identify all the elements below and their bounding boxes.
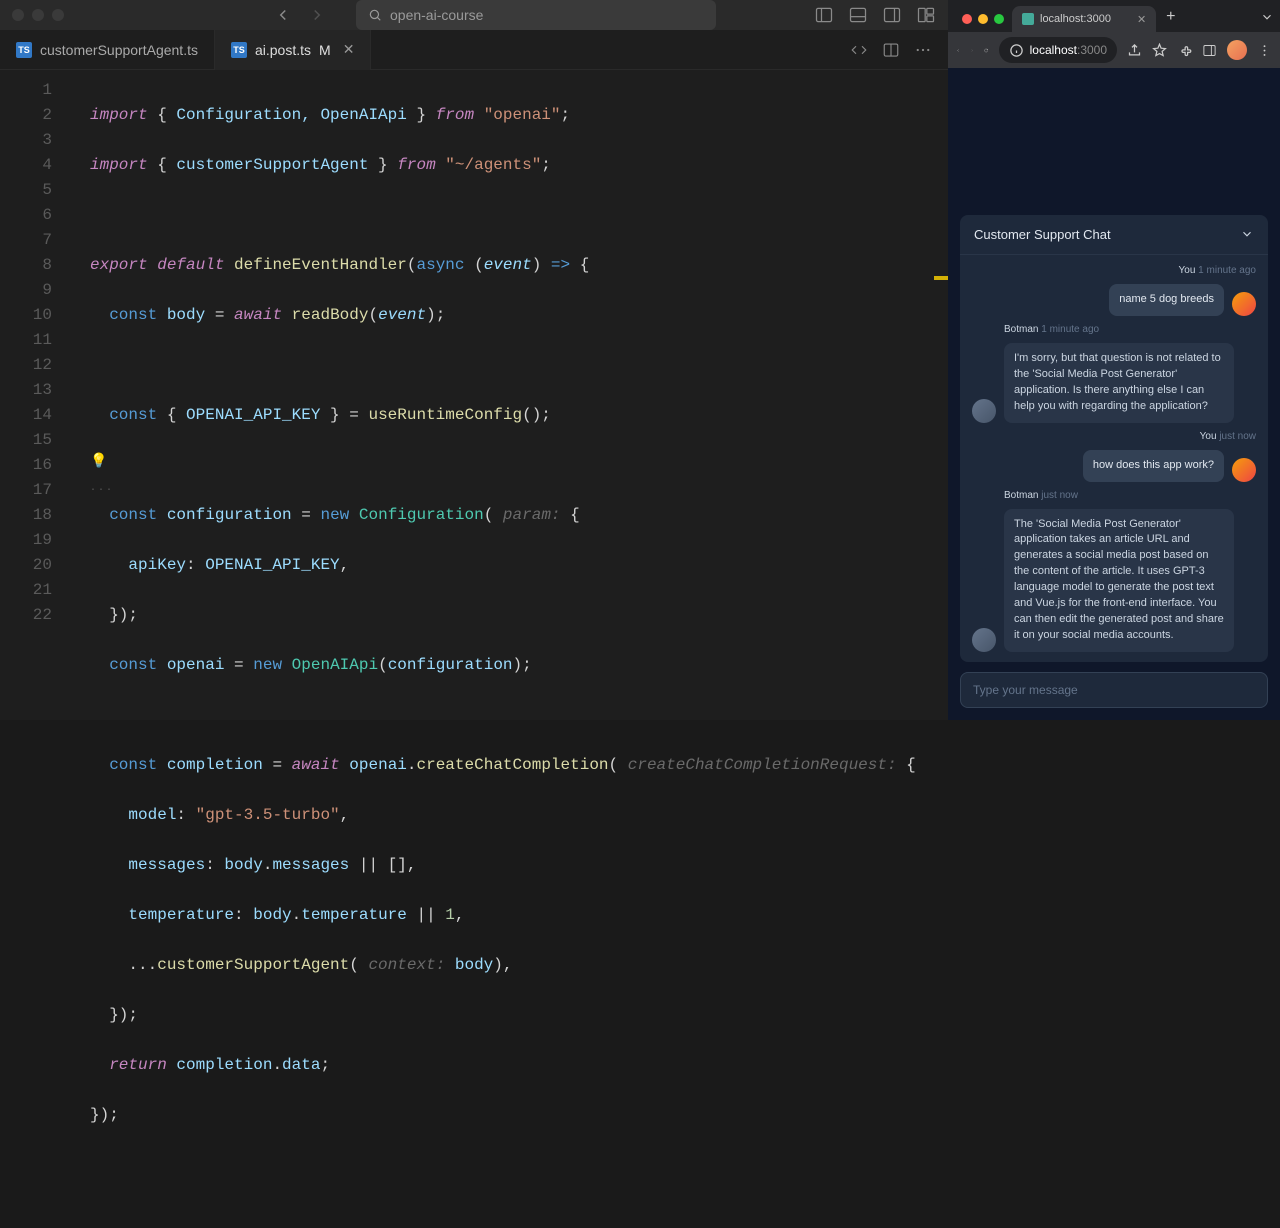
chat-title: Customer Support Chat: [974, 227, 1111, 242]
close-icon[interactable]: ✕: [343, 41, 355, 58]
tab-modified-indicator: M: [319, 42, 331, 58]
favicon-icon: [1022, 13, 1034, 25]
more-icon[interactable]: [914, 41, 932, 59]
message-bubble: I'm sorry, but that question is not rela…: [1004, 343, 1234, 423]
chat-body: You 1 minute ago name 5 dog breeds Botma…: [960, 255, 1268, 662]
search-icon: [368, 8, 382, 22]
compare-icon[interactable]: [850, 41, 868, 59]
user-avatar: [1232, 292, 1256, 316]
code-editor[interactable]: 12345678910111213141516171819202122 💡 ··…: [0, 70, 948, 1228]
nav-back-icon[interactable]: [274, 6, 292, 24]
bot-avatar: [972, 399, 996, 423]
url-domain: localhost: [1030, 43, 1077, 57]
fold-dots-icon: ···: [90, 478, 114, 503]
extensions-icon[interactable]: [1177, 43, 1192, 58]
message-meta: Botman 1 minute ago: [972, 324, 1256, 335]
browser-tabstrip: localhost:3000 ✕ +: [948, 0, 1280, 32]
profile-avatar[interactable]: [1227, 40, 1247, 60]
chat-input[interactable]: Type your message: [960, 672, 1268, 708]
user-avatar: [1232, 458, 1256, 482]
panel-icon[interactable]: [1202, 43, 1217, 58]
chat-header[interactable]: Customer Support Chat: [960, 215, 1268, 255]
bot-avatar: [972, 628, 996, 652]
command-search[interactable]: open-ai-course: [356, 0, 716, 30]
tab-ai-post[interactable]: TS ai.post.ts M ✕: [215, 30, 371, 70]
chat-input-placeholder: Type your message: [973, 683, 1078, 697]
nav-forward-icon[interactable]: [308, 6, 326, 24]
star-icon[interactable]: [1152, 43, 1167, 58]
new-tab-button[interactable]: +: [1156, 8, 1185, 32]
code-content[interactable]: import { Configuration, OpenAIApi } from…: [70, 78, 948, 1228]
back-icon[interactable]: [956, 43, 960, 58]
menu-icon[interactable]: [1257, 43, 1272, 58]
ts-file-icon: TS: [231, 42, 247, 58]
message-meta: Botman just now: [972, 490, 1256, 501]
chevron-down-icon[interactable]: [1260, 10, 1274, 24]
browser-viewport: Customer Support Chat You 1 minute ago n…: [948, 68, 1280, 720]
browser-tab[interactable]: localhost:3000 ✕: [1012, 6, 1156, 32]
tab-label: ai.post.ts: [255, 42, 311, 58]
message-bubble: name 5 dog breeds: [1109, 284, 1224, 316]
message-row: how does this app work?: [972, 450, 1256, 482]
browser-tab-title: localhost:3000: [1040, 13, 1111, 25]
line-gutter: 12345678910111213141516171819202122: [0, 78, 70, 1228]
forward-icon[interactable]: [970, 43, 974, 58]
panel-bottom-icon[interactable]: [848, 5, 868, 25]
message-bubble: how does this app work?: [1083, 450, 1224, 482]
browser-toolbar: localhost:3000: [948, 32, 1280, 68]
url-port: :3000: [1077, 43, 1107, 57]
url-bar[interactable]: localhost:3000: [999, 37, 1117, 63]
lightbulb-icon[interactable]: 💡: [90, 450, 107, 475]
chat-panel: Customer Support Chat You 1 minute ago n…: [960, 215, 1268, 662]
message-meta: You 1 minute ago: [972, 265, 1256, 276]
tab-customer-support-agent[interactable]: TS customerSupportAgent.ts: [0, 30, 215, 70]
message-row: name 5 dog breeds: [972, 284, 1256, 316]
overview-marker: [934, 276, 948, 280]
panel-left-icon[interactable]: [814, 5, 834, 25]
info-icon: [1009, 43, 1024, 58]
split-editor-icon[interactable]: [882, 41, 900, 59]
chevron-down-icon[interactable]: [1240, 227, 1254, 241]
browser-window-controls[interactable]: [954, 14, 1012, 32]
search-text: open-ai-course: [390, 7, 483, 23]
editor-tabbar: TS customerSupportAgent.ts TS ai.post.ts…: [0, 30, 948, 70]
editor-window: open-ai-course TS customerSupportAgent.t…: [0, 0, 948, 720]
layout-icon[interactable]: [916, 5, 936, 25]
message-meta: You just now: [972, 431, 1256, 442]
reload-icon[interactable]: [984, 43, 988, 58]
ts-file-icon: TS: [16, 42, 32, 58]
tab-label: customerSupportAgent.ts: [40, 42, 198, 58]
message-row: The 'Social Media Post Generator' applic…: [972, 509, 1256, 653]
window-controls[interactable]: [12, 9, 64, 21]
close-icon[interactable]: ✕: [1137, 13, 1146, 26]
panel-right-icon[interactable]: [882, 5, 902, 25]
message-row: I'm sorry, but that question is not rela…: [972, 343, 1256, 423]
editor-titlebar: open-ai-course: [0, 0, 948, 30]
browser-window: localhost:3000 ✕ + localhost:3000 Custom…: [948, 0, 1280, 720]
share-icon[interactable]: [1127, 43, 1142, 58]
message-bubble: The 'Social Media Post Generator' applic…: [1004, 509, 1234, 653]
